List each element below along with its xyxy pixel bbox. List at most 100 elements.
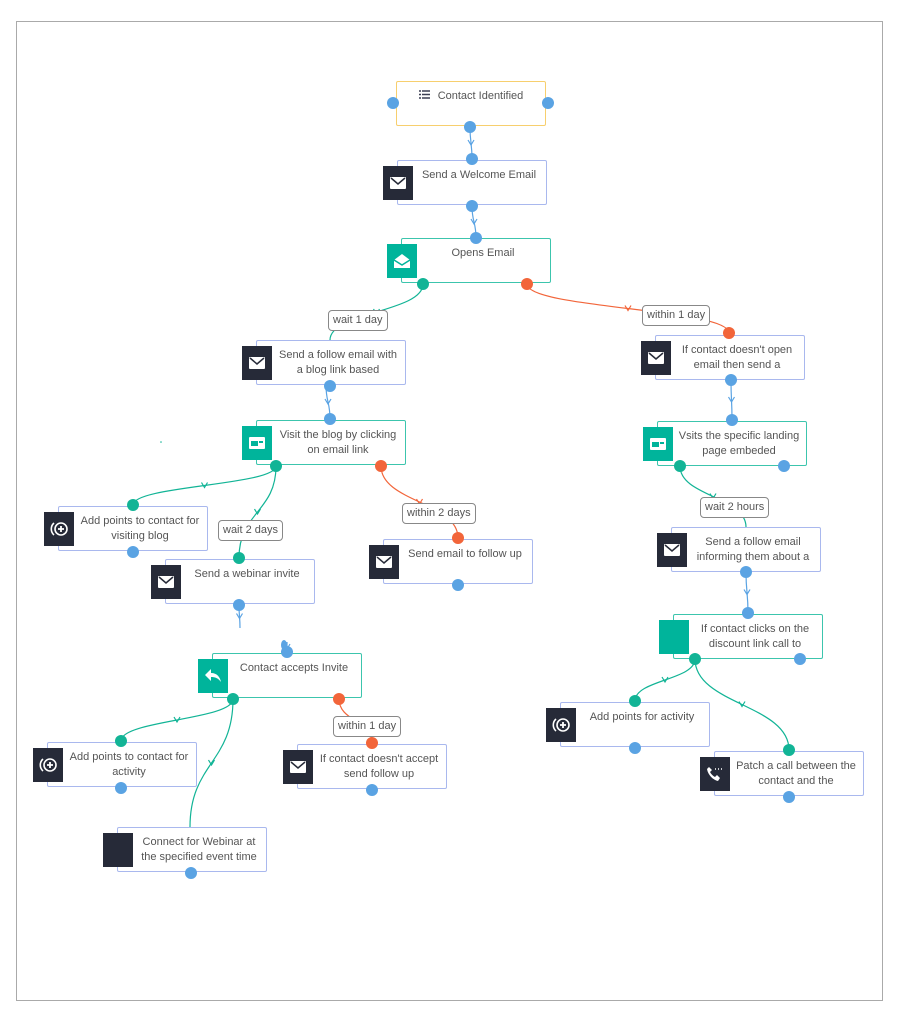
edge-delay-label[interactable]: wait 2 days bbox=[218, 520, 284, 541]
connector-port[interactable] bbox=[281, 640, 287, 650]
node-label: If contact doesn't accept send follow up bbox=[319, 753, 439, 780]
connector-port[interactable] bbox=[674, 460, 686, 472]
connector-port[interactable] bbox=[452, 532, 464, 544]
email-icon bbox=[242, 346, 272, 380]
connection-line[interactable] bbox=[634, 658, 696, 702]
connector-port[interactable] bbox=[726, 414, 738, 426]
email-icon bbox=[657, 533, 687, 567]
connector-port[interactable] bbox=[452, 579, 464, 591]
email-icon bbox=[283, 750, 313, 784]
email-icon bbox=[641, 341, 671, 375]
node-label: Send a follow email with a blog link bas… bbox=[278, 349, 397, 376]
connector-port[interactable] bbox=[778, 460, 790, 472]
node-label: Add points to contact for activity bbox=[69, 751, 189, 778]
email-icon bbox=[369, 545, 399, 579]
workflow-node-action[interactable]: Send email to follow up bbox=[383, 539, 533, 584]
stray-dot bbox=[160, 441, 162, 443]
list-icon bbox=[418, 90, 438, 102]
blank-icon bbox=[103, 833, 133, 867]
workflow-node-action[interactable]: Send a webinar invite bbox=[165, 559, 315, 604]
connector-port[interactable] bbox=[366, 737, 378, 749]
open-email-icon bbox=[387, 244, 417, 278]
node-label: Contact accepts Invite bbox=[239, 662, 349, 674]
node-label: Send email to follow up bbox=[408, 548, 522, 560]
connector-port[interactable] bbox=[783, 791, 795, 803]
edge-delay-label[interactable]: within 2 days bbox=[402, 503, 476, 524]
connector-port[interactable] bbox=[270, 460, 282, 472]
connector-port[interactable] bbox=[227, 693, 239, 705]
connector-port[interactable] bbox=[725, 374, 737, 386]
node-label: Send a webinar invite bbox=[194, 568, 300, 580]
email-icon bbox=[383, 166, 413, 200]
connector-port[interactable] bbox=[742, 607, 754, 619]
connector-port[interactable] bbox=[629, 695, 641, 707]
node-label: Contact Identified bbox=[437, 90, 524, 102]
connector-port[interactable] bbox=[629, 742, 641, 754]
connector-port[interactable] bbox=[723, 327, 735, 339]
connector-port[interactable] bbox=[366, 784, 378, 796]
phone-call-icon bbox=[700, 757, 730, 791]
workflow-node-condition[interactable]: Contact accepts Invite bbox=[212, 653, 362, 698]
connector-port[interactable] bbox=[233, 552, 245, 564]
node-label: Send a follow email informing them about… bbox=[696, 536, 810, 563]
connector-port[interactable] bbox=[324, 413, 336, 425]
node-label: Add points for activity bbox=[589, 711, 695, 723]
workflow-node-action[interactable]: Connect for Webinar at the specified eve… bbox=[117, 827, 267, 872]
connector-port[interactable] bbox=[387, 97, 399, 109]
add-points-icon bbox=[44, 512, 74, 546]
workflow-node-condition[interactable]: Visit the blog by clicking on email link bbox=[256, 420, 406, 465]
node-label: Send a Welcome Email bbox=[421, 169, 537, 181]
connector-port[interactable] bbox=[542, 97, 554, 109]
workflow-node-action[interactable]: Add points for activity bbox=[560, 702, 710, 747]
workflow-node-action[interactable]: Add points to contact for visiting blog bbox=[58, 506, 208, 551]
edge-delay-label[interactable]: within 1 day bbox=[642, 305, 711, 326]
workflow-node-action[interactable]: Send a follow email with a blog link bas… bbox=[256, 340, 406, 385]
blank-icon bbox=[659, 620, 689, 654]
webpage-icon bbox=[643, 427, 673, 461]
edge-delay-label[interactable]: within 1 day bbox=[333, 716, 402, 737]
connector-port[interactable] bbox=[185, 867, 197, 879]
connector-port[interactable] bbox=[466, 153, 478, 165]
workflow-node-action[interactable]: Add points to contact for activity bbox=[47, 742, 197, 787]
node-label: If contact clicks on the discount link c… bbox=[700, 623, 810, 650]
connector-port[interactable] bbox=[127, 499, 139, 511]
add-points-icon bbox=[546, 708, 576, 742]
node-label: Visit the blog by clicking on email link bbox=[279, 429, 397, 456]
email-icon bbox=[151, 565, 181, 599]
workflow-node-trigger[interactable]: Contact Identified bbox=[396, 81, 546, 126]
connector-port[interactable] bbox=[417, 278, 429, 290]
connector-port[interactable] bbox=[521, 278, 533, 290]
node-label: Vsits the specific landing page embeded bbox=[678, 430, 800, 457]
connector-port[interactable] bbox=[375, 460, 387, 472]
node-label: Connect for Webinar at the specified eve… bbox=[141, 836, 257, 863]
node-label: If contact doesn't open email then send … bbox=[681, 344, 793, 371]
edge-delay-label[interactable]: wait 2 hours bbox=[700, 497, 770, 518]
edge-delay-label[interactable]: wait 1 day bbox=[328, 310, 388, 331]
connector-port[interactable] bbox=[127, 546, 139, 558]
connector-port[interactable] bbox=[115, 735, 127, 747]
workflow-node-action[interactable]: Send a Welcome Email bbox=[397, 160, 547, 205]
connector-port[interactable] bbox=[794, 653, 806, 665]
connector-port[interactable] bbox=[324, 380, 336, 392]
connection-line[interactable] bbox=[380, 465, 459, 539]
workflow-node-condition[interactable]: Opens Email bbox=[401, 238, 551, 283]
add-points-icon bbox=[33, 748, 63, 782]
node-label: Contact Identified bbox=[401, 89, 541, 104]
connector-port[interactable] bbox=[333, 693, 345, 705]
webpage-icon bbox=[242, 426, 272, 460]
connector-port[interactable] bbox=[740, 566, 752, 578]
connector-port[interactable] bbox=[464, 121, 476, 133]
connector-port[interactable] bbox=[470, 232, 482, 244]
connector-port[interactable] bbox=[466, 200, 478, 212]
connection-line[interactable] bbox=[120, 698, 234, 742]
node-label: Opens Email bbox=[451, 247, 515, 259]
connection-line[interactable] bbox=[132, 465, 277, 506]
connector-port[interactable] bbox=[115, 782, 127, 794]
connector-port[interactable] bbox=[783, 744, 795, 756]
node-label: Patch a call between the contact and the bbox=[736, 760, 856, 787]
workflow-node-action[interactable]: If contact doesn't accept send follow up bbox=[297, 744, 447, 789]
connector-port[interactable] bbox=[689, 653, 701, 665]
node-label: Add points to contact for visiting blog bbox=[80, 515, 200, 542]
workflow-node-action[interactable]: Patch a call between the contact and the bbox=[714, 751, 864, 796]
connector-port[interactable] bbox=[233, 599, 245, 611]
